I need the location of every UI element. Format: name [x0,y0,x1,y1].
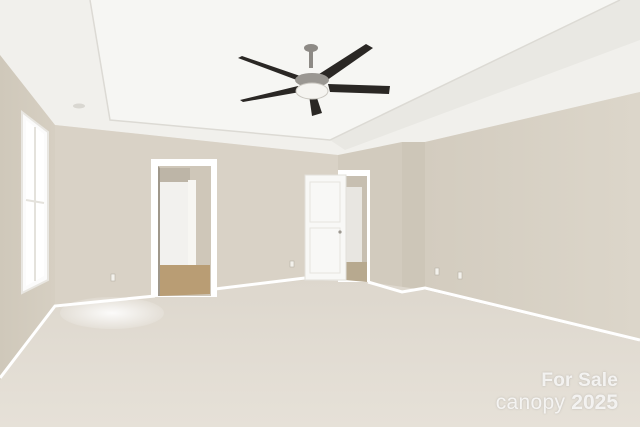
fan-light [295,82,329,100]
window [21,109,49,295]
hall-door [160,182,188,267]
watermark-for-sale: For Sale [541,370,618,391]
watermark: For Sale canopy 2025 [438,371,618,413]
room-illustration [0,0,640,427]
watermark-brand: canopy [495,391,566,414]
hall-floor [158,265,210,296]
closet-doorway [304,170,370,282]
watermark-year: 2025 [571,391,618,414]
hallway-doorway [151,159,217,297]
room-photo: For Sale canopy 2025 [0,0,640,427]
ceiling-vent [73,103,85,109]
